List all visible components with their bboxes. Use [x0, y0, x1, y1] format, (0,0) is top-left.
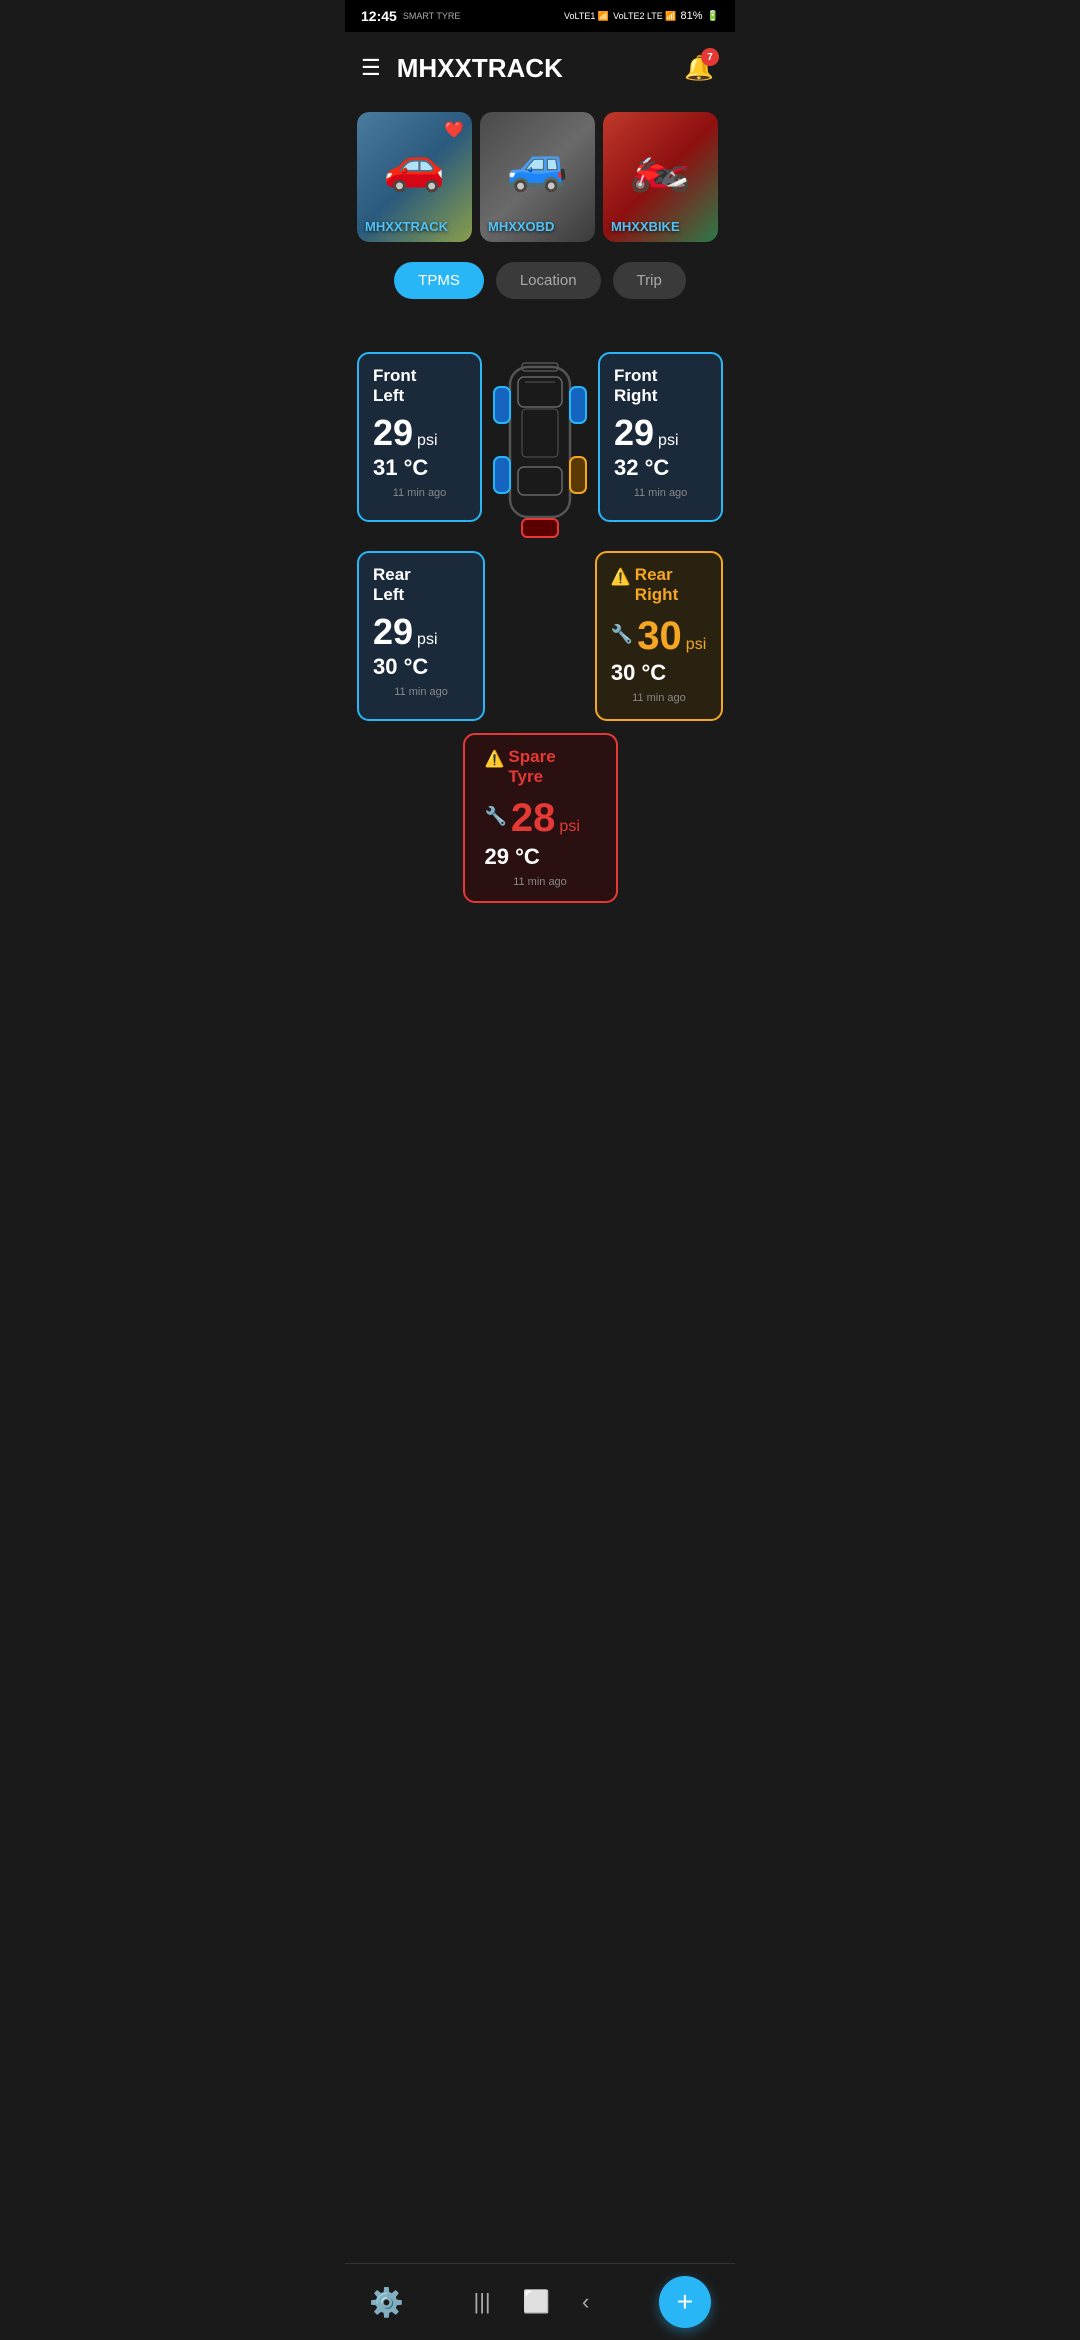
- tire-front-left-psi: 29: [373, 415, 413, 451]
- tire-spare-temp: 29 °C: [485, 844, 540, 870]
- status-bar: 12:45 SMART TYRE VoLTE1 📶 VoLTE2 LTE 📶 8…: [345, 0, 735, 32]
- tpms-front-row: FrontLeft 29 psi 31 °C 11 min ago: [357, 327, 723, 547]
- tire-spare-time: 11 min ago: [485, 876, 596, 888]
- vehicle-card-mhxxobd[interactable]: 🚙 MHXXOBD: [480, 112, 595, 242]
- tire-front-right-unit: psi: [658, 432, 678, 450]
- battery-icon: 🔋: [707, 11, 719, 22]
- tire-rear-right-psi: 30: [637, 616, 682, 656]
- tire-front-right-psi: 29: [614, 415, 654, 451]
- tire-front-left-name: FrontLeft: [373, 366, 416, 407]
- battery-level: 81%: [681, 10, 703, 22]
- add-button[interactable]: +: [659, 2276, 711, 2328]
- tire-rear-left-temp: 30 °C: [373, 654, 469, 680]
- notification-badge: 7: [701, 48, 719, 66]
- tire-rear-right: ⚠️ RearRight 🔧 30 psi 30 °C 11 min ago: [595, 551, 723, 721]
- tire-rear-left: RearLeft 29 psi 30 °C 11 min ago: [357, 551, 485, 721]
- notification-button[interactable]: 🔔 7: [679, 48, 719, 88]
- status-time: 12:45: [361, 8, 397, 24]
- tab-location[interactable]: Location: [496, 262, 601, 299]
- engine-icon[interactable]: ⚙️: [369, 2286, 404, 2319]
- vehicle-card-mhxxbike[interactable]: 🏍️ MHXXBIKE: [603, 112, 718, 242]
- vehicle-cards-list: 🚗 ❤️ MHXXTRACK 🚙 MHXXOBD 🏍️ MHXXBIKE: [345, 104, 735, 250]
- tpms-section: FrontLeft 29 psi 31 °C 11 min ago: [345, 311, 735, 919]
- tire-front-left-temp: 31 °C: [373, 455, 466, 481]
- smart-tyre-label: SMART TYRE: [403, 11, 461, 21]
- tab-tpms[interactable]: TPMS: [394, 262, 484, 299]
- header: ☰ MHXXTRACK 🔔 7: [345, 32, 735, 104]
- tire-rear-left-psi: 29: [373, 614, 413, 650]
- tire-front-left-unit: psi: [417, 432, 437, 450]
- menu-button[interactable]: ☰: [361, 55, 381, 81]
- tire-sensor-icon-rear-right: 🔧: [611, 624, 633, 645]
- tire-rear-right-time: 11 min ago: [611, 692, 707, 704]
- nav-home-icon[interactable]: ⬜: [523, 2289, 550, 2315]
- nav-icons: ||| ⬜ ‹: [473, 2289, 589, 2315]
- warning-triangle-icon-spare: ⚠️: [485, 749, 505, 769]
- app-title: MHXXTRACK: [397, 53, 563, 84]
- tire-rear-right-name: RearRight: [635, 565, 678, 606]
- tire-spare-unit: psi: [559, 818, 579, 836]
- tpms-spare-row: ⚠️ SpareTyre 🔧 28 psi 29 °C 11 min ago: [463, 733, 618, 903]
- tire-front-right-temp: 32 °C: [614, 455, 707, 481]
- tire-rear-right-temp: 30 °C: [611, 660, 707, 686]
- warning-triangle-icon: ⚠️: [611, 567, 631, 587]
- bottom-bar: ⚙️ ||| ⬜ ‹ +: [345, 2263, 735, 2340]
- tire-rear-left-unit: psi: [417, 631, 437, 649]
- tire-front-right: FrontRight 29 psi 32 °C 11 min ago: [598, 352, 723, 522]
- car-svg: [490, 327, 590, 547]
- tire-rear-left-name: RearLeft: [373, 565, 411, 606]
- tire-front-right-time: 11 min ago: [614, 487, 707, 499]
- add-icon: +: [677, 2286, 693, 2318]
- signal-lte1: VoLTE1 📶: [564, 11, 609, 22]
- status-icons: VoLTE1 📶 VoLTE2 LTE 📶 81% 🔋: [564, 10, 719, 22]
- nav-menu-icon[interactable]: |||: [473, 2289, 490, 2315]
- tire-spare: ⚠️ SpareTyre 🔧 28 psi 29 °C 11 min ago: [463, 733, 618, 903]
- tabs-container: TPMS Location Trip: [345, 250, 735, 311]
- tire-front-right-name: FrontRight: [614, 366, 657, 407]
- tire-rear-right-unit: psi: [686, 636, 706, 654]
- tire-spare-name: SpareTyre: [508, 747, 555, 788]
- vehicle-name-2: MHXXOBD: [488, 219, 554, 234]
- nav-back-icon[interactable]: ‹: [582, 2289, 589, 2315]
- tire-rear-left-time: 11 min ago: [373, 686, 469, 698]
- tpms-rear-row: RearLeft 29 psi 30 °C 11 min ago ⚠️ Rear…: [357, 551, 723, 721]
- tire-sensor-icon-spare: 🔧: [485, 806, 507, 827]
- vehicle-name-3: MHXXBIKE: [611, 219, 680, 234]
- vehicle-name-1: MHXXTRACK: [365, 219, 448, 234]
- tire-front-left-time: 11 min ago: [373, 487, 466, 499]
- tire-spare-psi: 28: [511, 798, 556, 838]
- vehicle-card-mhxxtrack[interactable]: 🚗 ❤️ MHXXTRACK: [357, 112, 472, 242]
- signal-lte2: VoLTE2 LTE 📶: [613, 11, 676, 22]
- tire-front-left: FrontLeft 29 psi 31 °C 11 min ago: [357, 352, 482, 522]
- car-diagram: [490, 327, 590, 547]
- tab-trip[interactable]: Trip: [613, 262, 686, 299]
